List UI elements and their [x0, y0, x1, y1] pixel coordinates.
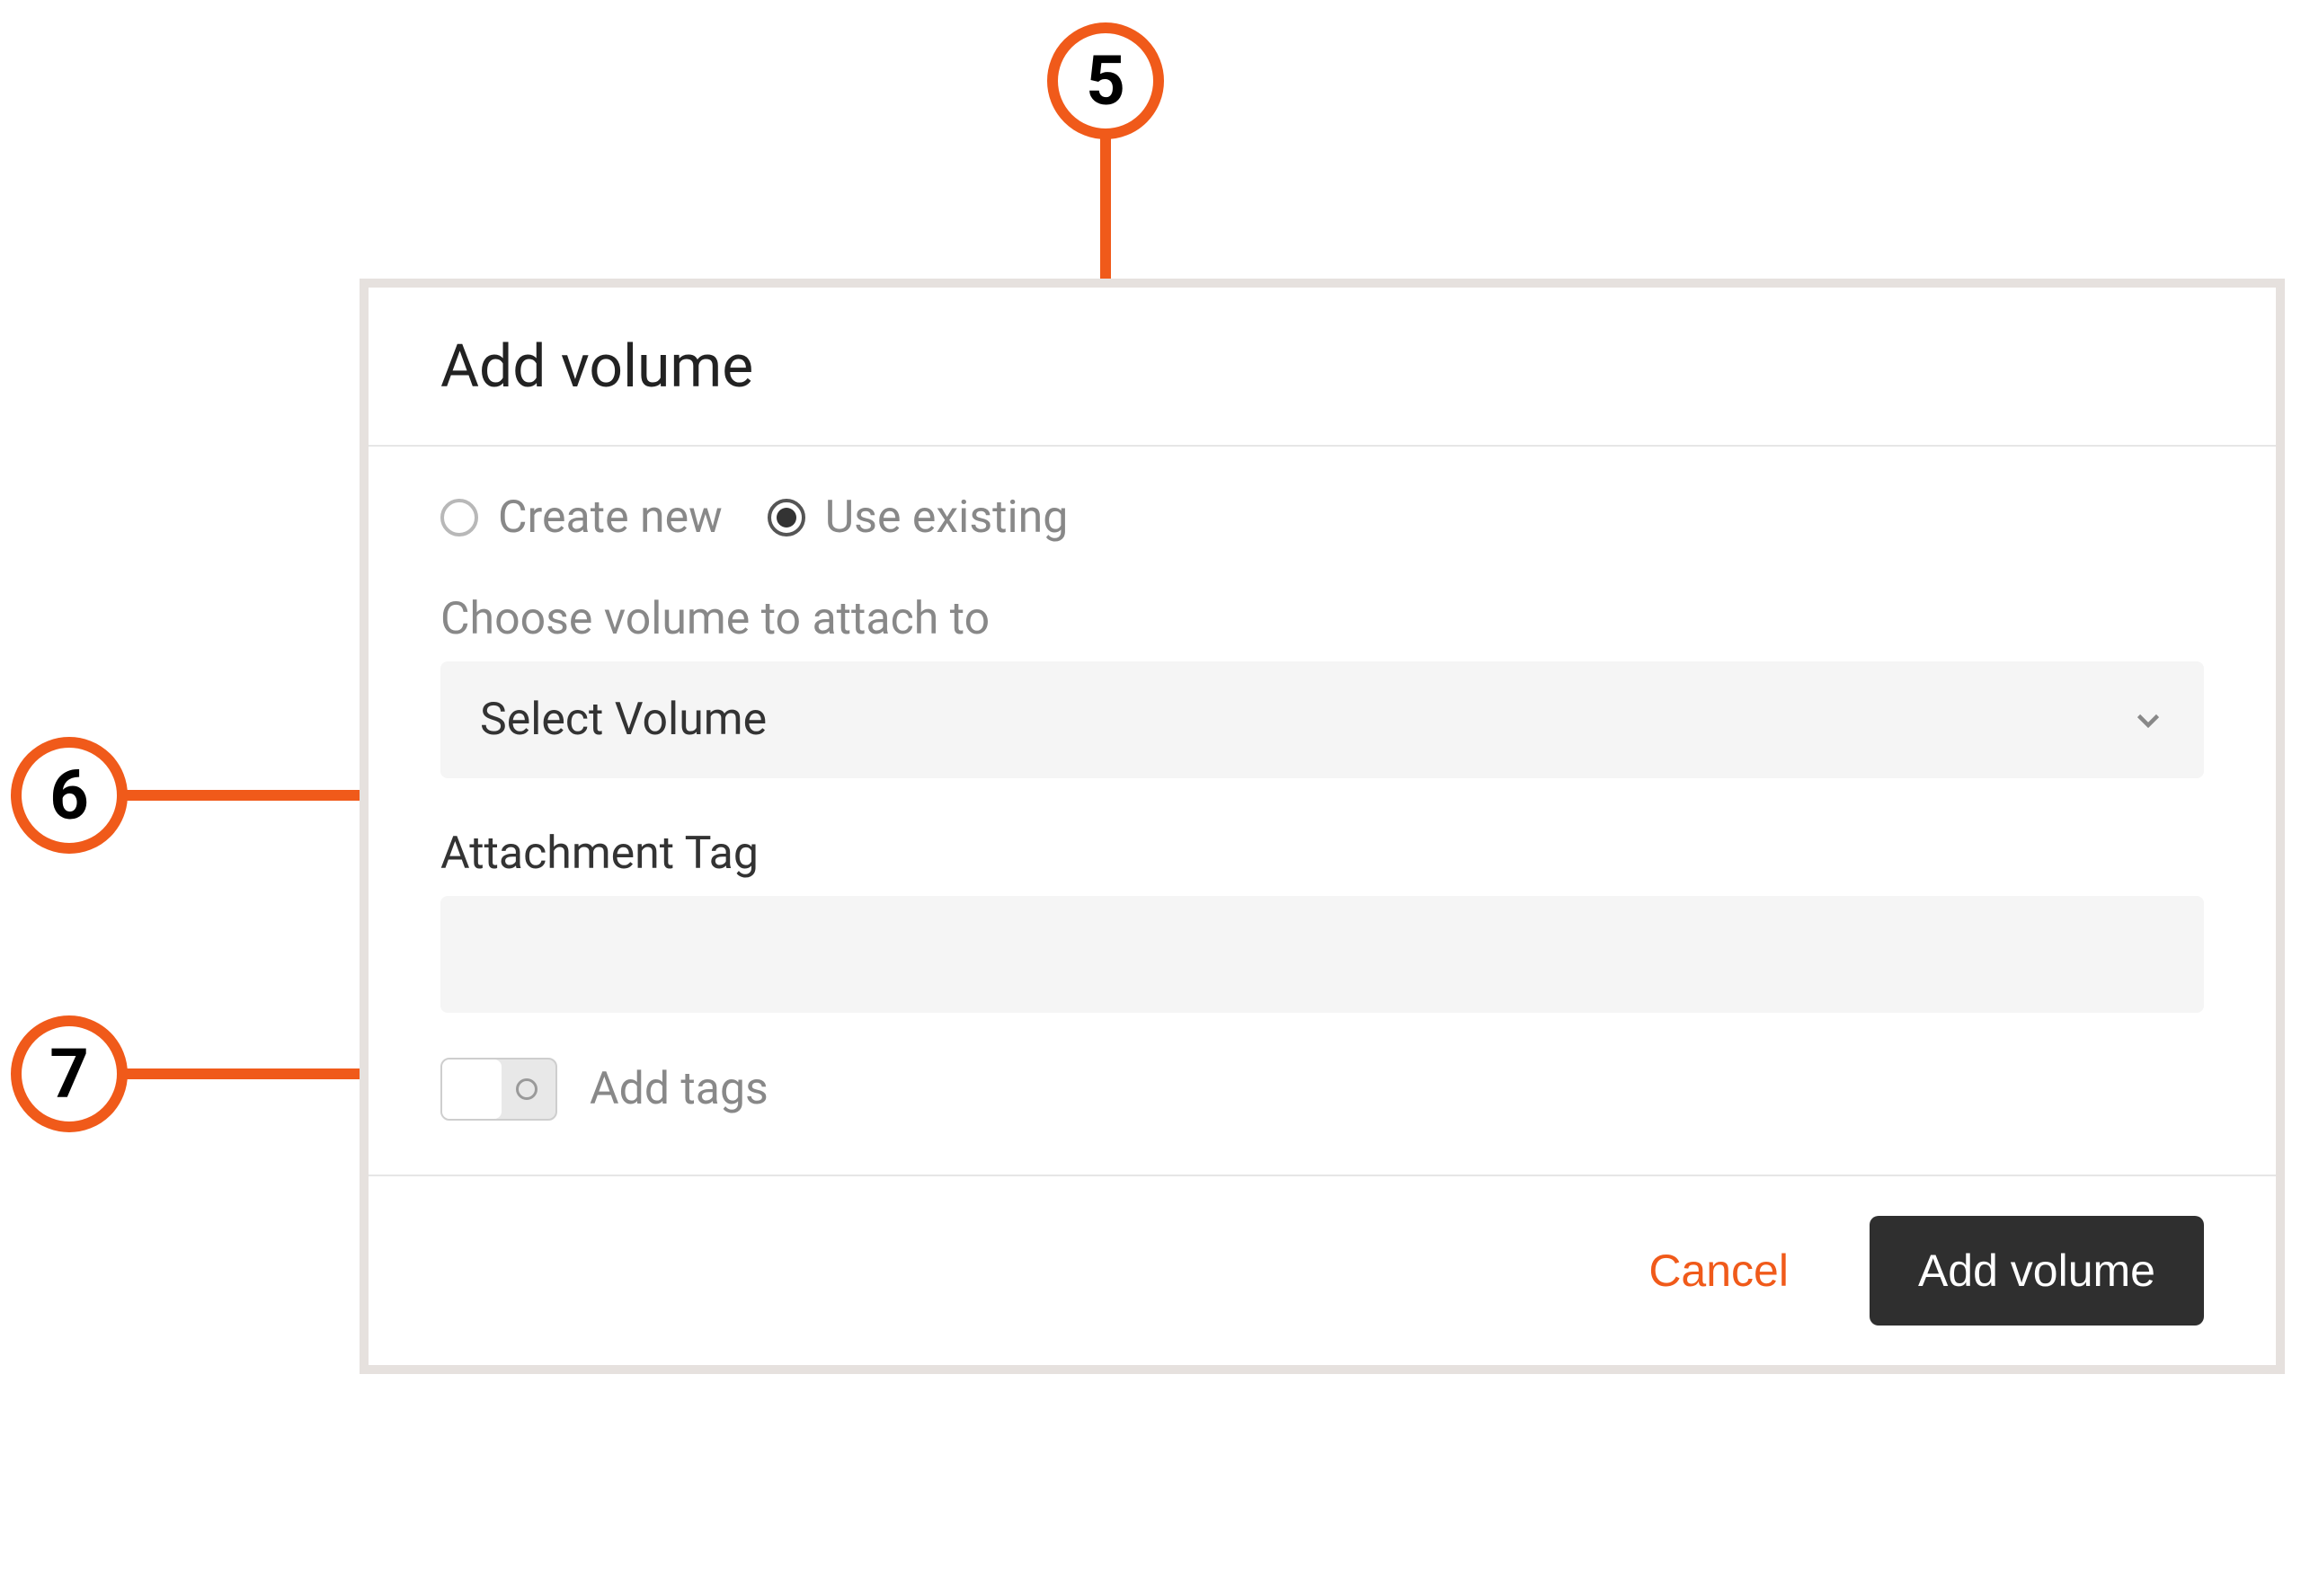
select-volume-dropdown[interactable]: Select Volume: [440, 661, 2204, 778]
callout-7: 7: [11, 1015, 128, 1132]
add-tags-row: Add tags: [440, 1058, 2204, 1121]
attachment-tag-label: Attachment Tag: [440, 828, 2204, 880]
callout-5-number: 5: [1086, 40, 1125, 121]
add-tags-toggle[interactable]: [440, 1058, 557, 1121]
toggle-knob: [442, 1060, 502, 1119]
dialog-footer: Cancel Add volume: [369, 1176, 2276, 1365]
callout-6: 6: [11, 737, 128, 854]
radio-use-existing[interactable]: Use existing: [768, 492, 1069, 544]
attachment-tag-input[interactable]: [440, 896, 2204, 1013]
radio-create-new-label: Create new: [498, 492, 723, 544]
add-tags-label: Add tags: [590, 1063, 768, 1115]
radio-use-existing-label: Use existing: [825, 492, 1069, 544]
chevron-down-icon: [2132, 704, 2164, 736]
toggle-off-indicator-icon: [516, 1078, 537, 1100]
dialog-header: Add volume: [369, 288, 2276, 447]
add-volume-dialog: Add volume Create new Use existing Choos…: [360, 279, 2285, 1374]
add-volume-button[interactable]: Add volume: [1870, 1216, 2204, 1326]
choose-volume-label: Choose volume to attach to: [440, 593, 2204, 645]
dialog-body: Create new Use existing Choose volume to…: [369, 447, 2276, 1176]
callout-7-line: [123, 1068, 369, 1079]
select-volume-value: Select Volume: [480, 694, 767, 746]
callout-5: 5: [1047, 22, 1164, 139]
callout-7-number: 7: [49, 1033, 89, 1114]
callout-6-line: [123, 790, 369, 801]
callout-6-number: 6: [49, 755, 89, 836]
dialog-title: Add volume: [440, 332, 2204, 402]
radio-create-new[interactable]: Create new: [440, 492, 723, 544]
cancel-button[interactable]: Cancel: [1621, 1227, 1816, 1315]
radio-use-existing-indicator: [768, 499, 805, 536]
radio-create-new-indicator: [440, 499, 478, 536]
volume-mode-radios: Create new Use existing: [440, 492, 2204, 544]
